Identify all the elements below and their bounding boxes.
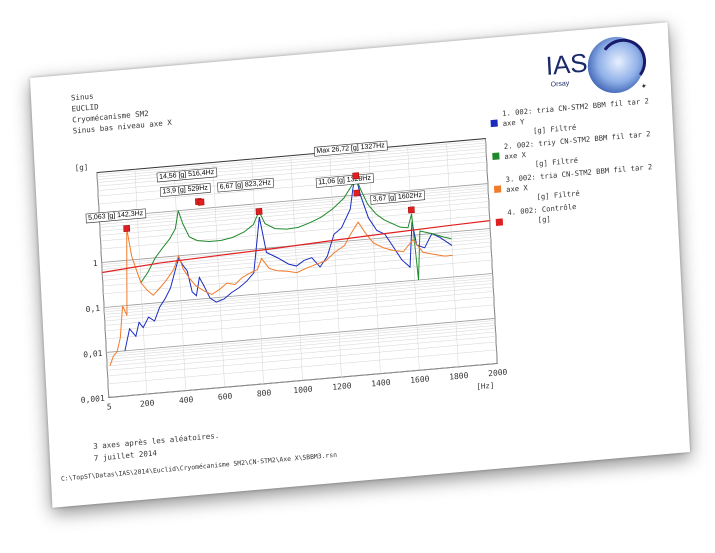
x-tick-label: 600 [218, 392, 233, 402]
x-tick-label: 2000 [488, 368, 508, 379]
peak-marker [353, 189, 361, 197]
y-tick-label: 0,1 [85, 304, 100, 314]
peak-marker [255, 207, 263, 216]
y-tick-label: 0,01 [83, 349, 103, 360]
legend: 1. 002: tria CN-STM2 BBM fil tar 2 axe Y… [490, 95, 666, 232]
x-tick-label: 5 [107, 402, 112, 411]
frf-chart: 5 200 400 600 800 1000 1200 1400 1600 1800 2000 0,0… [74, 138, 508, 412]
x-tick-label: 200 [140, 398, 155, 408]
x-tick-label: 1800 [449, 371, 469, 382]
peak-marker [123, 224, 131, 233]
peak-marker [352, 172, 360, 180]
peak-marker [407, 206, 415, 214]
y-tick-label: 1 [93, 259, 98, 268]
printed-sheet: Sinus EUCLID Cryomécanisme SM2 Sinus bas… [29, 22, 691, 508]
logo-subtext: Orsay [551, 80, 570, 89]
x-tick-label: 1200 [332, 381, 352, 392]
svg-text:✦: ✦ [641, 80, 648, 92]
x-tick-label: 1600 [410, 374, 430, 385]
y-axis-label: [g] [74, 162, 88, 172]
footer-note-2: 7 juillet 2014 [93, 448, 158, 463]
y-tick-label: 0,001 [81, 394, 106, 405]
x-tick-label: 1000 [293, 385, 313, 396]
x-axis-label: [Hz] [476, 381, 494, 392]
x-tick-label: 400 [179, 395, 194, 405]
peak-marker [197, 198, 205, 206]
x-tick-label: 800 [257, 388, 272, 398]
logo-text: IAS [545, 47, 588, 81]
header-block: Sinus EUCLID Cryomécanisme SM2 Sinus bas… [71, 84, 172, 137]
x-tick-label: 1400 [371, 378, 391, 389]
